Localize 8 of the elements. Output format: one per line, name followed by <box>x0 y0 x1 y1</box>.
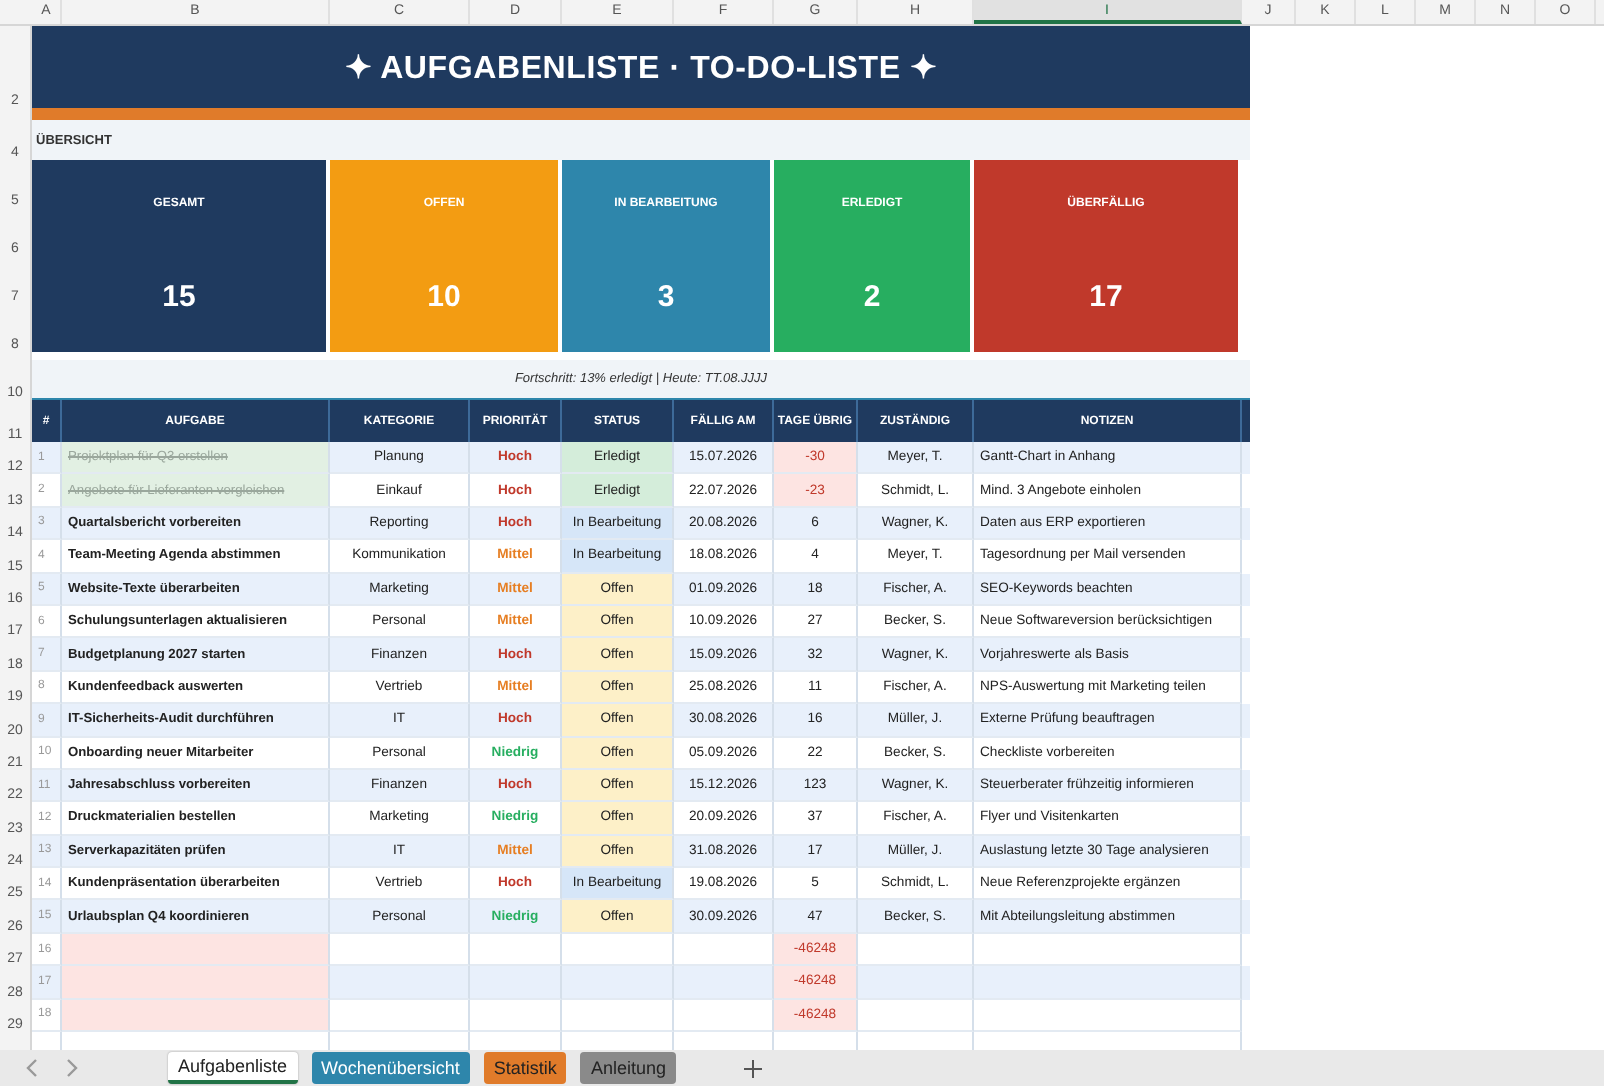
add-sheet-icon[interactable] <box>743 1059 762 1077</box>
sheet-tab[interactable]: Statistik <box>483 1052 567 1084</box>
sheet-tab[interactable]: Anleitung <box>580 1052 676 1084</box>
title-banner: ✦ AUFGABENLISTE · TO-DO-LISTE ✦ <box>32 26 1250 108</box>
next-sheet-icon[interactable] <box>64 1058 80 1078</box>
sheet-tab[interactable]: Aufgabenliste <box>168 1052 298 1084</box>
sheet-tab[interactable]: Wochenübersicht <box>311 1052 470 1084</box>
previous-sheet-icon[interactable] <box>24 1058 40 1078</box>
